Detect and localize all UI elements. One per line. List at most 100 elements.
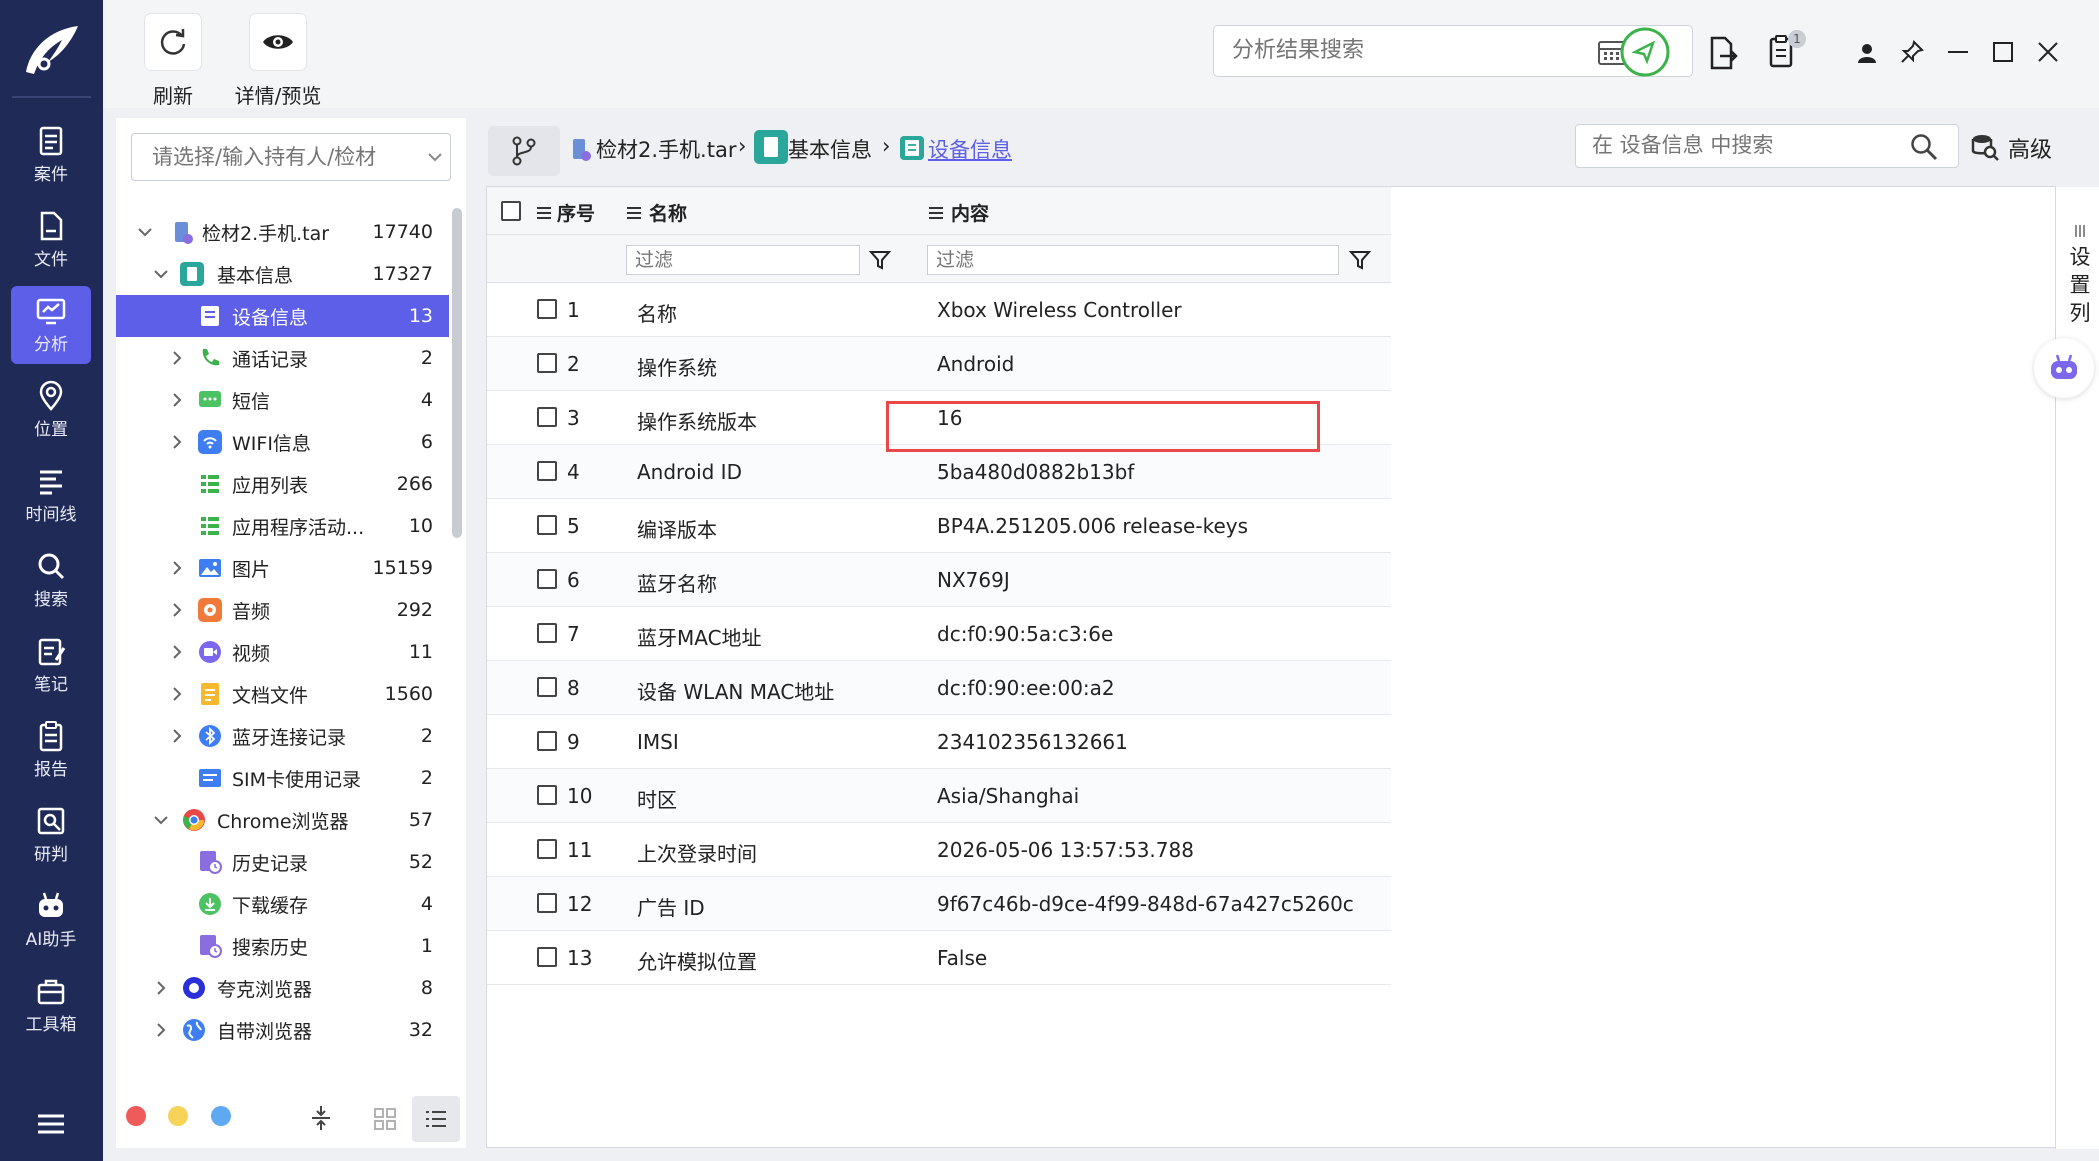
table-row[interactable]: 9 IMSI 234102356132661 [487, 715, 1391, 769]
blue-tag-dot[interactable] [211, 1106, 231, 1126]
tree-item-builtin-browser[interactable]: 自带浏览器 32 [116, 1009, 449, 1051]
tree-item-search-history[interactable]: 搜索历史 1 [116, 925, 449, 967]
breadcrumb-item-basic-info[interactable]: 基本信息 [788, 134, 872, 164]
tree-item-audio[interactable]: 音频 292 [116, 589, 449, 631]
nav-analysis[interactable]: 分析 [11, 286, 91, 364]
nav-note[interactable]: 笔记 [11, 626, 91, 704]
analysis-search-input[interactable] [1232, 38, 1572, 63]
table-row[interactable]: 7 蓝牙MAC地址 dc:f0:90:5a:c3:6e [487, 607, 1391, 661]
nav-location[interactable]: 位置 [11, 371, 91, 449]
nav-search[interactable]: 搜索 [11, 541, 91, 619]
select-all-checkbox[interactable] [501, 201, 521, 221]
tree-item-basic-info[interactable]: 基本信息 17327 [116, 253, 449, 295]
nav-case[interactable]: 案件 [11, 116, 91, 194]
collapse-all-icon[interactable] [310, 1104, 332, 1132]
maximize-icon[interactable] [1993, 42, 2013, 62]
table-row[interactable]: 12 广告 ID 9f67c46b-d9ce-4f99-848d-67a427c52… [487, 877, 1391, 931]
content-filter-input[interactable] [928, 246, 1338, 274]
row-checkbox[interactable] [537, 353, 557, 373]
column-menu-icon[interactable] [537, 207, 551, 219]
tree-item-quark-browser[interactable]: 夸克浏览器 8 [116, 967, 449, 1009]
content-filter[interactable] [927, 245, 1339, 275]
refresh-button[interactable]: 刷新 [138, 14, 208, 109]
row-checkbox[interactable] [537, 839, 557, 859]
name-filter[interactable] [626, 245, 860, 275]
advanced-search-button[interactable]: 高级 [1971, 132, 2052, 164]
pin-icon[interactable] [1900, 40, 1924, 64]
drag-handle-icon[interactable] [2074, 225, 2086, 237]
tree-item-call-log[interactable]: 通话记录 2 [116, 337, 449, 379]
column-menu-icon[interactable] [929, 207, 943, 219]
row-checkbox[interactable] [537, 407, 557, 427]
table-row[interactable]: 10 时区 Asia/Shanghai [487, 769, 1391, 823]
name-filter-input[interactable] [627, 246, 859, 274]
search-icon[interactable] [1910, 133, 1938, 161]
nav-ai-assistant[interactable]: AI助手 [11, 881, 91, 959]
clipboard-task-button[interactable]: 1 [1768, 30, 1806, 72]
menu-icon[interactable] [36, 1112, 66, 1136]
minimize-icon[interactable] [1948, 50, 1968, 54]
table-row[interactable]: 5 编译版本 BP4A.251205.006 release-keys [487, 499, 1391, 553]
tree-item-bluetooth[interactable]: 蓝牙连接记录 2 [116, 715, 449, 757]
table-row[interactable]: 8 设备 WLAN MAC地址 dc:f0:90:ee:00:a2 [487, 661, 1391, 715]
close-icon[interactable] [2038, 42, 2058, 62]
row-checkbox[interactable] [537, 893, 557, 913]
branch-button[interactable] [488, 126, 560, 176]
column-header-index[interactable]: 序号 [557, 199, 595, 226]
table-row[interactable]: 13 允许模拟位置 False [487, 931, 1391, 985]
row-checkbox[interactable] [537, 785, 557, 805]
list-view-button[interactable] [412, 1096, 460, 1142]
red-tag-dot[interactable] [126, 1106, 146, 1126]
tree-item-video[interactable]: 视频 11 [116, 631, 449, 673]
tree-item-images[interactable]: 图片 15159 [116, 547, 449, 589]
column-menu-icon[interactable] [627, 207, 641, 219]
column-settings-tab[interactable]: 设置列 [2068, 243, 2092, 327]
tree-item-sim[interactable]: SIM卡使用记录 2 [116, 757, 449, 799]
tree-item-app-activity[interactable]: 应用程序活动... 10 [116, 505, 449, 547]
row-checkbox[interactable] [537, 731, 557, 751]
yellow-tag-dot[interactable] [168, 1106, 188, 1126]
nav-judge[interactable]: 研判 [11, 796, 91, 874]
row-checkbox[interactable] [537, 299, 557, 319]
tree-item-history[interactable]: 历史记录 52 [116, 841, 449, 883]
table-row[interactable]: 4 Android ID 5ba480d0882b13bf [487, 445, 1391, 499]
grid-view-icon[interactable] [374, 1108, 396, 1130]
table-row[interactable]: 1 名称 Xbox Wireless Controller [487, 283, 1391, 337]
device-info-search-input[interactable] [1592, 133, 1892, 157]
tree-item-evidence-root[interactable]: 检材2.手机.tar 17740 [116, 211, 449, 253]
breadcrumb-item-evidence[interactable]: 检材2.手机.tar [596, 134, 736, 164]
ai-assistant-float-button[interactable] [2034, 338, 2094, 398]
column-header-name[interactable]: 名称 [649, 199, 687, 226]
table-row[interactable]: 6 蓝牙名称 NX769J [487, 553, 1391, 607]
row-checkbox[interactable] [537, 947, 557, 967]
nav-toolbox[interactable]: 工具箱 [11, 966, 91, 1044]
send-status-icon[interactable] [1619, 26, 1671, 78]
row-checkbox[interactable] [537, 461, 557, 481]
tree-item-download-cache[interactable]: 下载缓存 4 [116, 883, 449, 925]
row-checkbox[interactable] [537, 677, 557, 697]
row-checkbox[interactable] [537, 623, 557, 643]
nav-report[interactable]: 报告 [11, 711, 91, 789]
device-info-search-box[interactable] [1575, 124, 1959, 168]
tree-scrollbar[interactable] [452, 208, 462, 538]
tree-item-sms[interactable]: 短信 4 [116, 379, 449, 421]
holder-select[interactable] [131, 133, 451, 181]
table-row[interactable]: 2 操作系统 Android [487, 337, 1391, 391]
filter-icon[interactable] [869, 249, 891, 271]
user-icon[interactable] [1856, 42, 1878, 64]
nav-timeline[interactable]: 时间线 [11, 456, 91, 534]
nav-file[interactable]: 文件 [11, 201, 91, 279]
breadcrumb-item-device-info[interactable]: 设备信息 [928, 134, 1012, 164]
tree-item-chrome[interactable]: Chrome浏览器 57 [116, 799, 449, 841]
tree-item-documents[interactable]: 文档文件 1560 [116, 673, 449, 715]
filter-icon[interactable] [1349, 249, 1371, 271]
row-checkbox[interactable] [537, 569, 557, 589]
tree-item-app-list[interactable]: 应用列表 266 [116, 463, 449, 505]
export-icon[interactable] [1708, 36, 1738, 70]
tree-item-wifi[interactable]: WIFI信息 6 [116, 421, 449, 463]
detail-preview-button[interactable]: 详情/预览 [213, 14, 343, 109]
table-row[interactable]: 11 上次登录时间 2026-05-06 13:57:53.788 [487, 823, 1391, 877]
row-checkbox[interactable] [537, 515, 557, 535]
column-header-content[interactable]: 内容 [951, 199, 989, 226]
tree-item-device-info[interactable]: 设备信息 13 [116, 295, 449, 337]
